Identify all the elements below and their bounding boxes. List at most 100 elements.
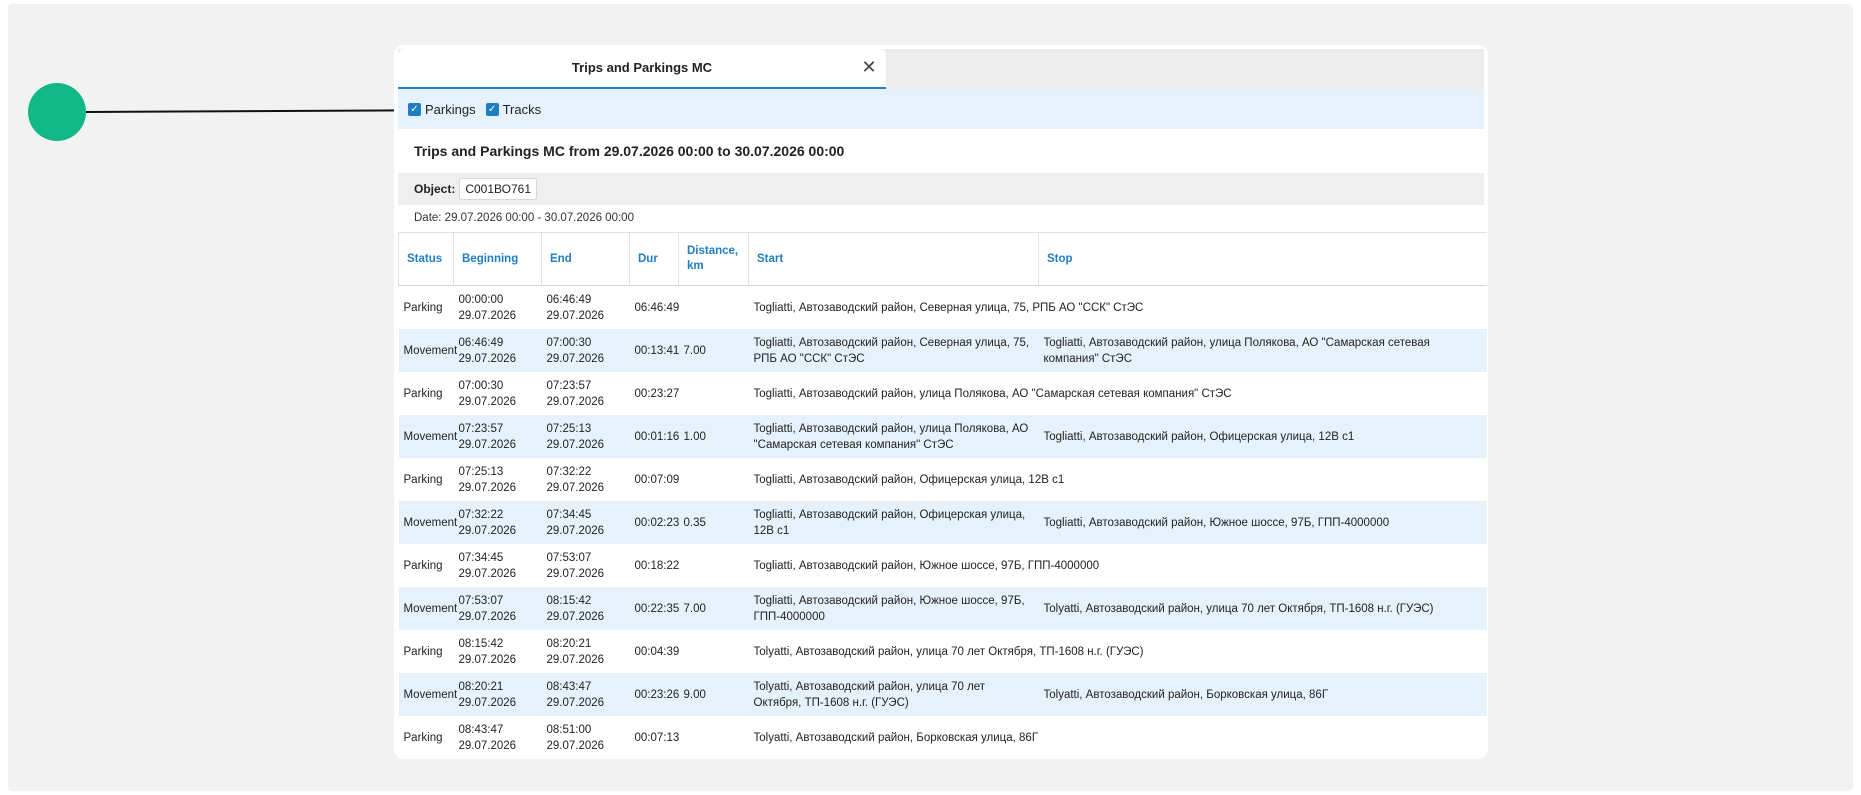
end-date: 29.07.2026: [546, 438, 605, 451]
duration-text: 00:02:23: [634, 516, 680, 529]
end-time: 08:20:21: [546, 637, 592, 650]
distance-cell: [679, 372, 749, 415]
duration-text: 00:13:41: [634, 344, 680, 357]
end-date: 29.07.2026: [546, 610, 605, 623]
stop-address: Togliatti, Автозаводский район, Офицерск…: [1043, 430, 1355, 443]
distance-cell: 9.00: [678, 673, 749, 716]
stop-address: Togliatti, Автозаводский район, Южное шо…: [1043, 516, 1390, 529]
stop-address: Tolyatti, Автозаводский район, Борковска…: [1043, 688, 1329, 701]
trips-table: Status Beginning End Dur Distance, km St…: [398, 232, 1487, 759]
beginning-date: 29.07.2026: [458, 438, 517, 451]
beginning-time: 00:00:00: [458, 293, 504, 306]
duration-text: 00:04:39: [634, 645, 680, 658]
start-address: Tolyatti, Автозаводский район, Борковска…: [753, 731, 1039, 744]
end-cell: 07:53:07 29.07.2026: [542, 544, 630, 587]
column-header-end[interactable]: End: [541, 232, 630, 286]
beginning-time: 07:25:13: [458, 465, 504, 478]
end-time: 08:51:00: [546, 723, 592, 736]
beginning-date: 29.07.2026: [458, 352, 517, 365]
start-address: Togliatti, Автозаводский район, Южное шо…: [753, 559, 1100, 572]
dur-cell: 00:07:13: [630, 716, 680, 759]
beginning-date: 29.07.2026: [458, 309, 517, 322]
duration-text: 00:07:13: [634, 731, 680, 744]
start-address: Togliatti, Автозаводский район, Северная…: [753, 301, 1144, 314]
column-header-dur[interactable]: Dur: [629, 232, 679, 286]
distance-cell: [679, 544, 749, 587]
tracks-filter[interactable]: ✓ Tracks: [485, 101, 542, 117]
status-cell: Parking: [399, 458, 454, 501]
end-date: 29.07.2026: [546, 739, 605, 752]
end-cell: 08:43:47 29.07.2026: [541, 673, 630, 716]
stop-cell: [1039, 458, 1487, 501]
beginning-cell: 00:00:00 29.07.2026: [454, 286, 542, 330]
status-text: Parking: [403, 473, 443, 486]
close-icon[interactable]: ✕: [858, 56, 880, 78]
end-cell: 07:00:30 29.07.2026: [541, 329, 630, 372]
tab-title: Trips and Parkings MC: [571, 60, 713, 75]
beginning-date: 29.07.2026: [458, 481, 517, 494]
distance-cell: 7.00: [678, 587, 749, 630]
start-cell: Tolyatti, Автозаводский район, улица 70 …: [748, 673, 1039, 716]
column-header-beginning[interactable]: Beginning: [453, 232, 542, 286]
end-date: 29.07.2026: [546, 395, 605, 408]
beginning-date: 29.07.2026: [458, 610, 517, 623]
table-row[interactable]: Movement 07:23:57 29.07.2026 07:25:13 29.07.…: [398, 415, 1487, 458]
duration-text: 00:22:35: [634, 602, 680, 615]
beginning-time: 08:20:21: [458, 680, 504, 693]
stop-cell: Tolyatti, Автозаводский район, улица 70 …: [1038, 587, 1487, 630]
status-cell: Movement: [398, 501, 457, 544]
table-row[interactable]: Movement 07:32:22 29.07.2026 07:34:45 29.07.…: [398, 501, 1487, 544]
status-text: Movement: [403, 344, 458, 357]
distance-text: 7.00: [683, 344, 706, 357]
table-header-row: Status Beginning End Dur Distance, km St…: [398, 232, 1487, 286]
table-row[interactable]: Parking 08:43:47 29.07.2026 08:51:00 29.07.2…: [399, 716, 1487, 759]
dur-cell: 00:23:26: [629, 673, 679, 716]
beginning-time: 07:00:30: [458, 379, 504, 392]
beginning-cell: 07:53:07 29.07.2026: [453, 587, 542, 630]
tracks-checkbox[interactable]: ✓: [485, 102, 499, 116]
distance-text: 9.00: [683, 688, 706, 701]
end-date: 29.07.2026: [546, 653, 605, 666]
beginning-cell: 06:46:49 29.07.2026: [453, 329, 542, 372]
end-time: 07:34:45: [546, 508, 592, 521]
table-row[interactable]: Parking 07:25:13 29.07.2026 07:32:22 29.07.2…: [399, 458, 1487, 501]
distance-cell: 7.00: [678, 329, 749, 372]
start-address: Togliatti, Автозаводский район, Офицерск…: [753, 508, 1026, 537]
filter-bar: ✓ Parkings ✓ Tracks: [398, 89, 1484, 129]
tab-bar: Trips and Parkings MC ✕: [398, 49, 1484, 89]
distance-text: 0.35: [683, 516, 706, 529]
table-row[interactable]: Parking 00:00:00 29.07.2026 06:46:49 29.07.2…: [399, 286, 1487, 330]
column-header-status[interactable]: Status: [398, 232, 454, 286]
dur-cell: 00:18:22: [630, 544, 680, 587]
table-row[interactable]: Movement 06:46:49 29.07.2026 07:00:30 29.07.…: [398, 329, 1487, 372]
report-window: Trips and Parkings MC ✕ ✓ Parkings ✓ Tra…: [394, 45, 1488, 759]
status-cell: Parking: [399, 544, 454, 587]
tracks-label: Tracks: [502, 101, 542, 117]
beginning-cell: 08:43:47 29.07.2026: [454, 716, 542, 759]
parkings-filter[interactable]: ✓ Parkings: [408, 102, 476, 117]
table-row[interactable]: Parking 07:00:30 29.07.2026 07:23:57 29.07.2…: [399, 372, 1487, 415]
beginning-time: 07:34:45: [458, 551, 504, 564]
table-row[interactable]: Parking 08:15:42 29.07.2026 08:20:21 29.07.2…: [399, 630, 1487, 673]
table-row[interactable]: Parking 07:34:45 29.07.2026 07:53:07 29.07.2…: [399, 544, 1487, 587]
column-header-distance[interactable]: Distance, km: [678, 232, 749, 286]
page-background: Trips and Parkings MC ✕ ✓ Parkings ✓ Tra…: [8, 4, 1853, 791]
start-cell: Togliatti, Автозаводский район, Южное шо…: [749, 544, 1100, 587]
status-cell: Movement: [398, 329, 457, 372]
distance-cell: [679, 630, 749, 673]
end-cell: 06:46:49 29.07.2026: [542, 286, 630, 330]
table-row[interactable]: Movement 08:20:21 29.07.2026 08:43:47 29.07.…: [398, 673, 1487, 716]
dur-cell: 00:23:27: [630, 372, 680, 415]
start-address: Togliatti, Автозаводский район, улица По…: [753, 387, 1232, 400]
column-header-start[interactable]: Start: [748, 232, 1039, 286]
beginning-date: 29.07.2026: [458, 696, 517, 709]
end-date: 29.07.2026: [546, 481, 605, 494]
status-text: Movement: [403, 688, 458, 701]
start-cell: Togliatti, Автозаводский район, Северная…: [749, 286, 1144, 330]
tab-trips-and-parkings[interactable]: Trips and Parkings MC ✕: [398, 49, 886, 89]
start-cell: Togliatti, Автозаводский район, Офицерск…: [749, 458, 1065, 501]
table-row[interactable]: Movement 07:53:07 29.07.2026 08:15:42 29.07.…: [398, 587, 1487, 630]
parkings-checkbox[interactable]: ✓: [408, 102, 421, 116]
column-header-stop[interactable]: Stop: [1038, 232, 1487, 286]
status-cell: Movement: [398, 587, 457, 630]
